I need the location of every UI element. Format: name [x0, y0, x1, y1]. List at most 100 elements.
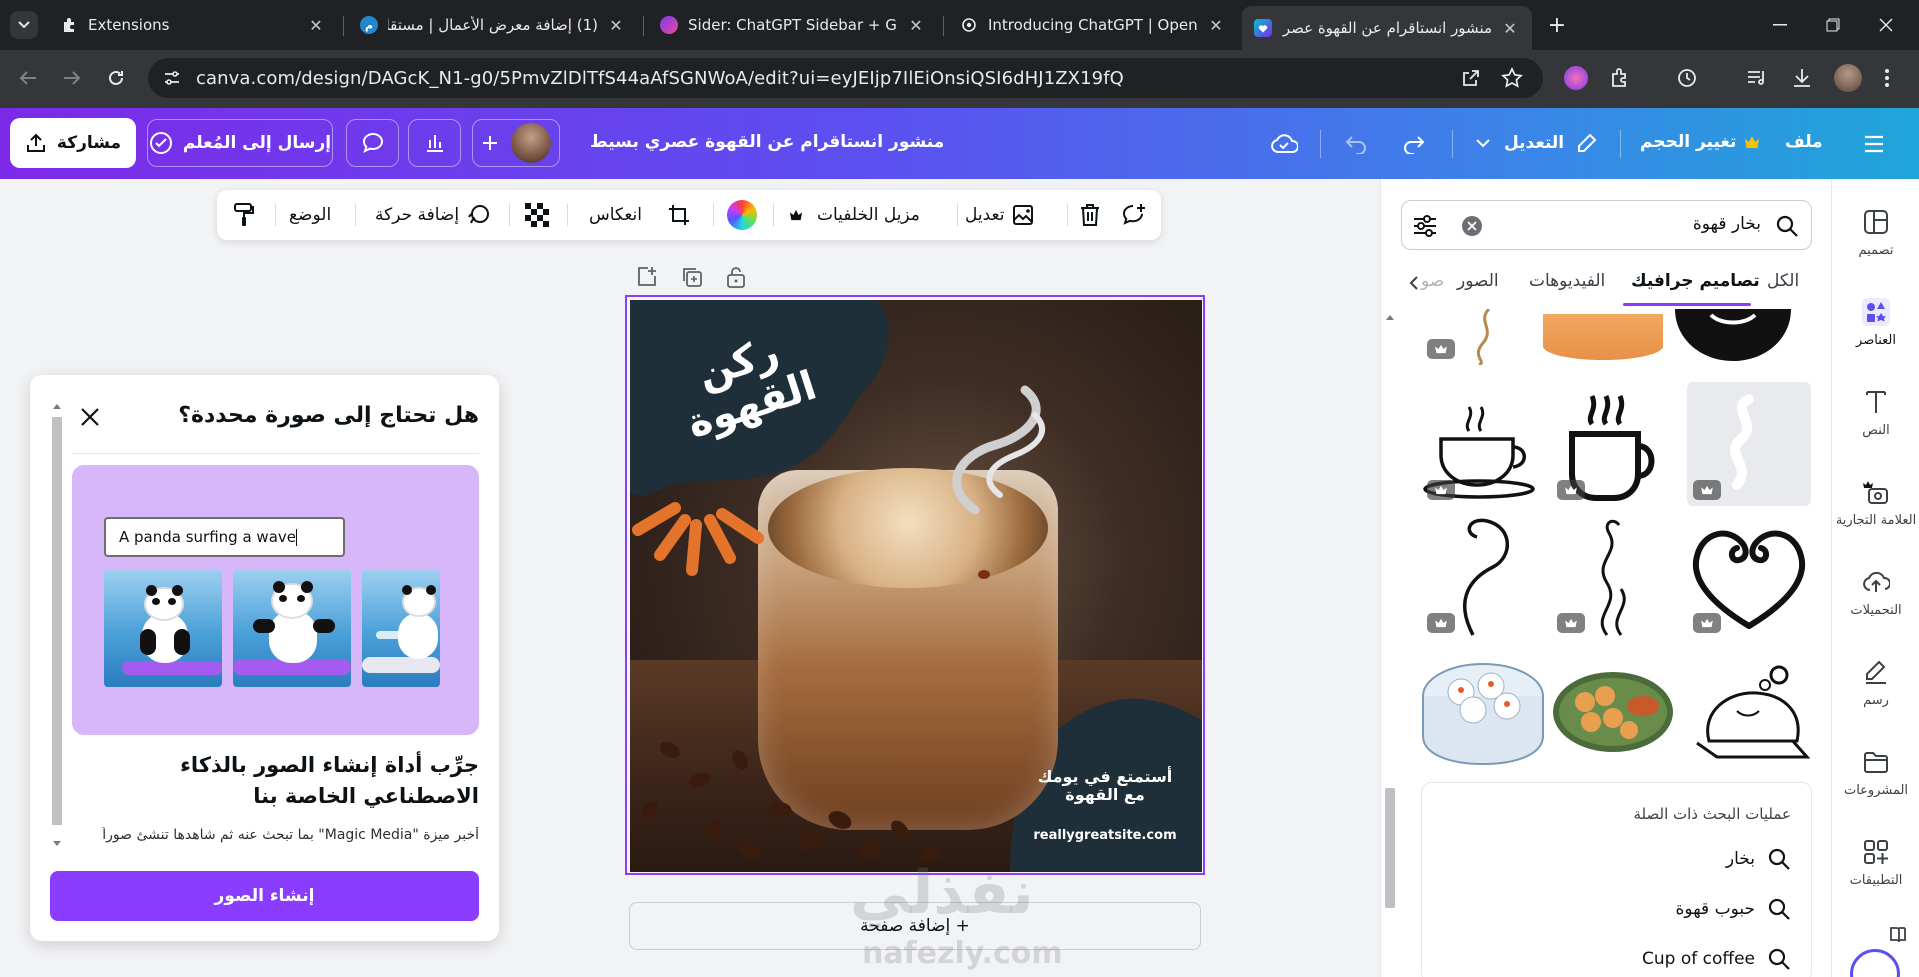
book-icon[interactable] — [1888, 925, 1908, 945]
redo-button[interactable] — [1400, 130, 1428, 158]
edit-mode-dropdown[interactable]: التعديل — [1476, 132, 1598, 154]
create-images-button[interactable]: إنشاء الصور — [50, 871, 479, 921]
browser-tab-sider[interactable]: Sider: ChatGPT Sidebar + GPT-4 ✕ — [648, 8, 938, 42]
graphic-cake-partial[interactable] — [1541, 309, 1665, 365]
design-website[interactable]: reallygreatsite.com — [1025, 828, 1185, 843]
graphic-heart-steam[interactable] — [1687, 515, 1811, 639]
address-bar[interactable]: canva.com/design/DAGcK_N1-g0/5PmvZlDlTfS… — [148, 58, 1543, 98]
rail-item-text[interactable]: النص — [1832, 379, 1919, 459]
clear-search-button[interactable] — [1462, 216, 1482, 236]
new-tab-button[interactable]: + — [1543, 11, 1571, 39]
collaborators-group[interactable] — [472, 119, 560, 167]
rail-item-design[interactable]: تصميم — [1832, 199, 1919, 279]
animate-button[interactable]: إضافة حركة — [375, 190, 491, 240]
related-search-item[interactable]: Cup of coffee — [1642, 947, 1791, 971]
close-tab-icon[interactable]: ✕ — [1500, 19, 1520, 38]
browser-tab-openai[interactable]: Introducing ChatGPT | OpenAI ✕ — [948, 8, 1238, 42]
browser-tab-mostaql[interactable]: م (1) إضافة معرض الأعمال | مستقل ✕ — [348, 8, 638, 42]
back-button[interactable] — [14, 64, 42, 92]
graphic-steam-double-line[interactable] — [1551, 515, 1675, 639]
graphic-mug-steam-bold[interactable] — [1551, 382, 1675, 506]
browser-toolbar: canva.com/design/DAGcK_N1-g0/5PmvZlDlTfS… — [0, 50, 1919, 108]
design-title[interactable]: منشور انستاقرام عن القهوة عصري بسيط — [590, 132, 944, 152]
reload-button[interactable] — [102, 64, 130, 92]
tab-partial[interactable]: صو — [1421, 271, 1444, 291]
add-comment-button[interactable] — [1121, 190, 1147, 240]
copy-style-button[interactable] — [229, 190, 259, 240]
graphic-black-cup-top-partial[interactable] — [1671, 309, 1795, 365]
magic-assistant-button[interactable] — [1850, 949, 1900, 977]
lock-page-button[interactable] — [723, 264, 749, 290]
browser-tab-canva[interactable]: منشور انستاقرام عن القهوة عصري ✕ — [1242, 6, 1532, 50]
tab-photos[interactable]: الصور — [1457, 271, 1499, 291]
close-window-button[interactable] — [1871, 12, 1901, 38]
tabs-scroll-left-icon[interactable] — [1409, 275, 1419, 291]
graphic-bun-steam-outline[interactable] — [1687, 649, 1811, 773]
arrow-left-icon — [19, 71, 36, 85]
related-search-item[interactable]: بخار — [1726, 847, 1791, 871]
tab-all[interactable]: الكل — [1767, 271, 1799, 291]
flip-button[interactable]: انعكاس — [589, 190, 642, 240]
tab-search-button[interactable] — [10, 11, 38, 39]
undo-button[interactable] — [1342, 130, 1370, 158]
related-search-item[interactable]: حبوب قهوة — [1676, 897, 1791, 921]
rail-item-brand[interactable]: العلامة التجارية — [1832, 469, 1919, 549]
rail-item-elements[interactable]: العناصر — [1832, 289, 1919, 369]
downloads-icon[interactable] — [1790, 66, 1814, 90]
close-tab-icon[interactable]: ✕ — [906, 16, 926, 35]
minimize-window-button[interactable] — [1765, 12, 1795, 38]
sider-extension-icon[interactable] — [1564, 66, 1588, 90]
delete-button[interactable] — [1079, 190, 1101, 240]
bookmark-star-icon[interactable] — [1501, 67, 1523, 89]
main-menu-button[interactable] — [1860, 130, 1888, 158]
crop-button[interactable] — [667, 190, 691, 240]
graphic-steam-swirl-line[interactable] — [1421, 515, 1545, 639]
graphic-dumpling-basket[interactable] — [1421, 649, 1545, 773]
restore-window-button[interactable] — [1818, 12, 1848, 38]
site-info-icon[interactable] — [162, 68, 182, 88]
filter-settings-icon[interactable] — [1412, 213, 1438, 239]
elements-search-box[interactable]: بخار قهوة — [1401, 200, 1812, 250]
history-icon[interactable] — [1675, 66, 1699, 90]
graphic-snack-plate[interactable] — [1551, 649, 1675, 773]
graphic-steam-wisp-partial[interactable] — [1421, 309, 1545, 365]
close-tab-icon[interactable]: ✕ — [306, 16, 326, 35]
edit-image-button[interactable]: تعديل — [965, 190, 1036, 240]
transparency-button[interactable] — [525, 190, 549, 240]
color-button[interactable] — [727, 190, 757, 240]
position-button[interactable]: الوضع — [289, 190, 331, 240]
media-control-icon[interactable] — [1745, 66, 1769, 90]
cloud-save-status-icon[interactable] — [1270, 130, 1298, 158]
graphic-white-steam[interactable] — [1687, 382, 1811, 506]
rail-item-apps[interactable]: التطبيقات — [1832, 829, 1919, 909]
send-to-teacher-button[interactable]: إرسال إلى المُعلم — [147, 119, 333, 167]
design-tagline[interactable]: أستمتع في يومك مع القهوة — [1025, 768, 1185, 804]
close-tab-icon[interactable]: ✕ — [606, 16, 626, 35]
forward-button[interactable] — [58, 64, 86, 92]
elements-search-input[interactable]: بخار قهوة — [1693, 214, 1761, 234]
profile-avatar[interactable] — [1834, 64, 1862, 92]
share-button[interactable]: مشاركة — [10, 118, 136, 168]
browser-tab-extensions[interactable]: Extensions ✕ — [48, 8, 338, 42]
add-page-note-button[interactable] — [634, 264, 660, 290]
rail-item-draw[interactable]: رسم — [1832, 649, 1919, 729]
close-popup-button[interactable] — [78, 405, 102, 429]
background-remover-button[interactable]: مزيل الخلفيات — [789, 190, 920, 240]
extensions-puzzle-icon[interactable] — [1608, 66, 1632, 90]
rail-item-projects[interactable]: المشروعات — [1832, 739, 1919, 819]
resize-button[interactable]: تغيير الحجم — [1640, 132, 1760, 152]
graphic-cup-saucer-outline[interactable] — [1421, 382, 1545, 506]
rail-item-uploads[interactable]: التحميلات — [1832, 559, 1919, 639]
design-artwork[interactable]: ركن القهوة أستمتع في يومك مع القهوة real… — [630, 300, 1202, 872]
browser-menu-icon[interactable] — [1880, 66, 1894, 90]
file-menu[interactable]: ملف — [1785, 132, 1823, 152]
close-tab-icon[interactable]: ✕ — [1206, 16, 1226, 35]
panel-scrollbar[interactable] — [1382, 310, 1398, 910]
open-in-app-icon[interactable] — [1461, 68, 1481, 88]
tab-videos[interactable]: الفيديوهات — [1529, 271, 1605, 291]
insights-button[interactable] — [408, 119, 461, 167]
comment-button[interactable] — [346, 119, 399, 167]
tab-graphics[interactable]: تصاميم جرافيك — [1631, 271, 1760, 291]
duplicate-page-button[interactable] — [679, 264, 705, 290]
selected-design-page[interactable]: ركن القهوة أستمتع في يومك مع القهوة real… — [625, 295, 1205, 875]
